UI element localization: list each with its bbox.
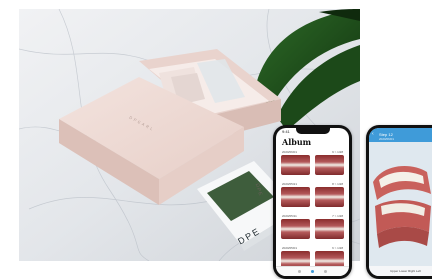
back-icon[interactable]: ‹: [372, 131, 374, 137]
phone-notch: [295, 128, 330, 134]
teeth-photo-upper[interactable]: [281, 187, 310, 207]
teeth-photo-lower[interactable]: [315, 219, 344, 239]
phone-model-screen: ‹ Step 12 2020/06/01 Upper Lower Right L…: [369, 128, 432, 276]
album-list: 2020/06/01 9 > 1/28 2020/05/21 8 > 1/28 …: [280, 150, 345, 276]
bottom-tab-bar: [276, 266, 349, 276]
album-row[interactable]: 2020/05/11 7 > 1/28: [280, 214, 345, 241]
model-3d-view[interactable]: [369, 142, 432, 266]
teeth-photo-lower[interactable]: [315, 155, 344, 175]
row-meta: 7 > 1/28: [332, 214, 343, 218]
model-view-toolbar[interactable]: Upper Lower Right Left: [369, 266, 432, 276]
tab-dot[interactable]: [324, 270, 327, 273]
row-meta: 6 > 1/28: [332, 246, 343, 250]
row-date: 2020/06/01: [282, 150, 298, 154]
row-meta: 9 > 1/28: [332, 150, 343, 154]
teeth-photo-upper[interactable]: [281, 155, 310, 175]
teeth-photo-lower[interactable]: [315, 187, 344, 207]
row-date: 2020/05/21: [282, 182, 298, 186]
album-row[interactable]: 2020/05/21 8 > 1/28: [280, 182, 345, 209]
teeth-photo-upper[interactable]: [281, 219, 310, 239]
phone-album-screen: 9:41 Album 2020/06/01 9 > 1/28 2020/05/2…: [276, 128, 349, 276]
model-subtitle: 2020/06/01: [379, 137, 395, 141]
status-time: 9:41: [282, 129, 290, 134]
row-date: 2020/05/01: [282, 246, 298, 250]
album-row[interactable]: 2020/06/01 9 > 1/28: [280, 150, 345, 177]
album-title: Album: [282, 137, 312, 147]
product-composite: DPEARL DPE DPE 9:41 Album 2020/06/01 9 >…: [0, 0, 432, 279]
tab-dot[interactable]: [311, 270, 314, 273]
phone-3d-model: ‹ Step 12 2020/06/01 Upper Lower Right L…: [366, 125, 432, 279]
model-header: ‹ Step 12 2020/06/01: [369, 128, 432, 142]
row-meta: 8 > 1/28: [332, 182, 343, 186]
tab-dot[interactable]: [298, 270, 301, 273]
phone-album: 9:41 Album 2020/06/01 9 > 1/28 2020/05/2…: [273, 125, 352, 279]
row-date: 2020/05/11: [282, 214, 297, 218]
dental-model-illustration: [373, 166, 431, 248]
